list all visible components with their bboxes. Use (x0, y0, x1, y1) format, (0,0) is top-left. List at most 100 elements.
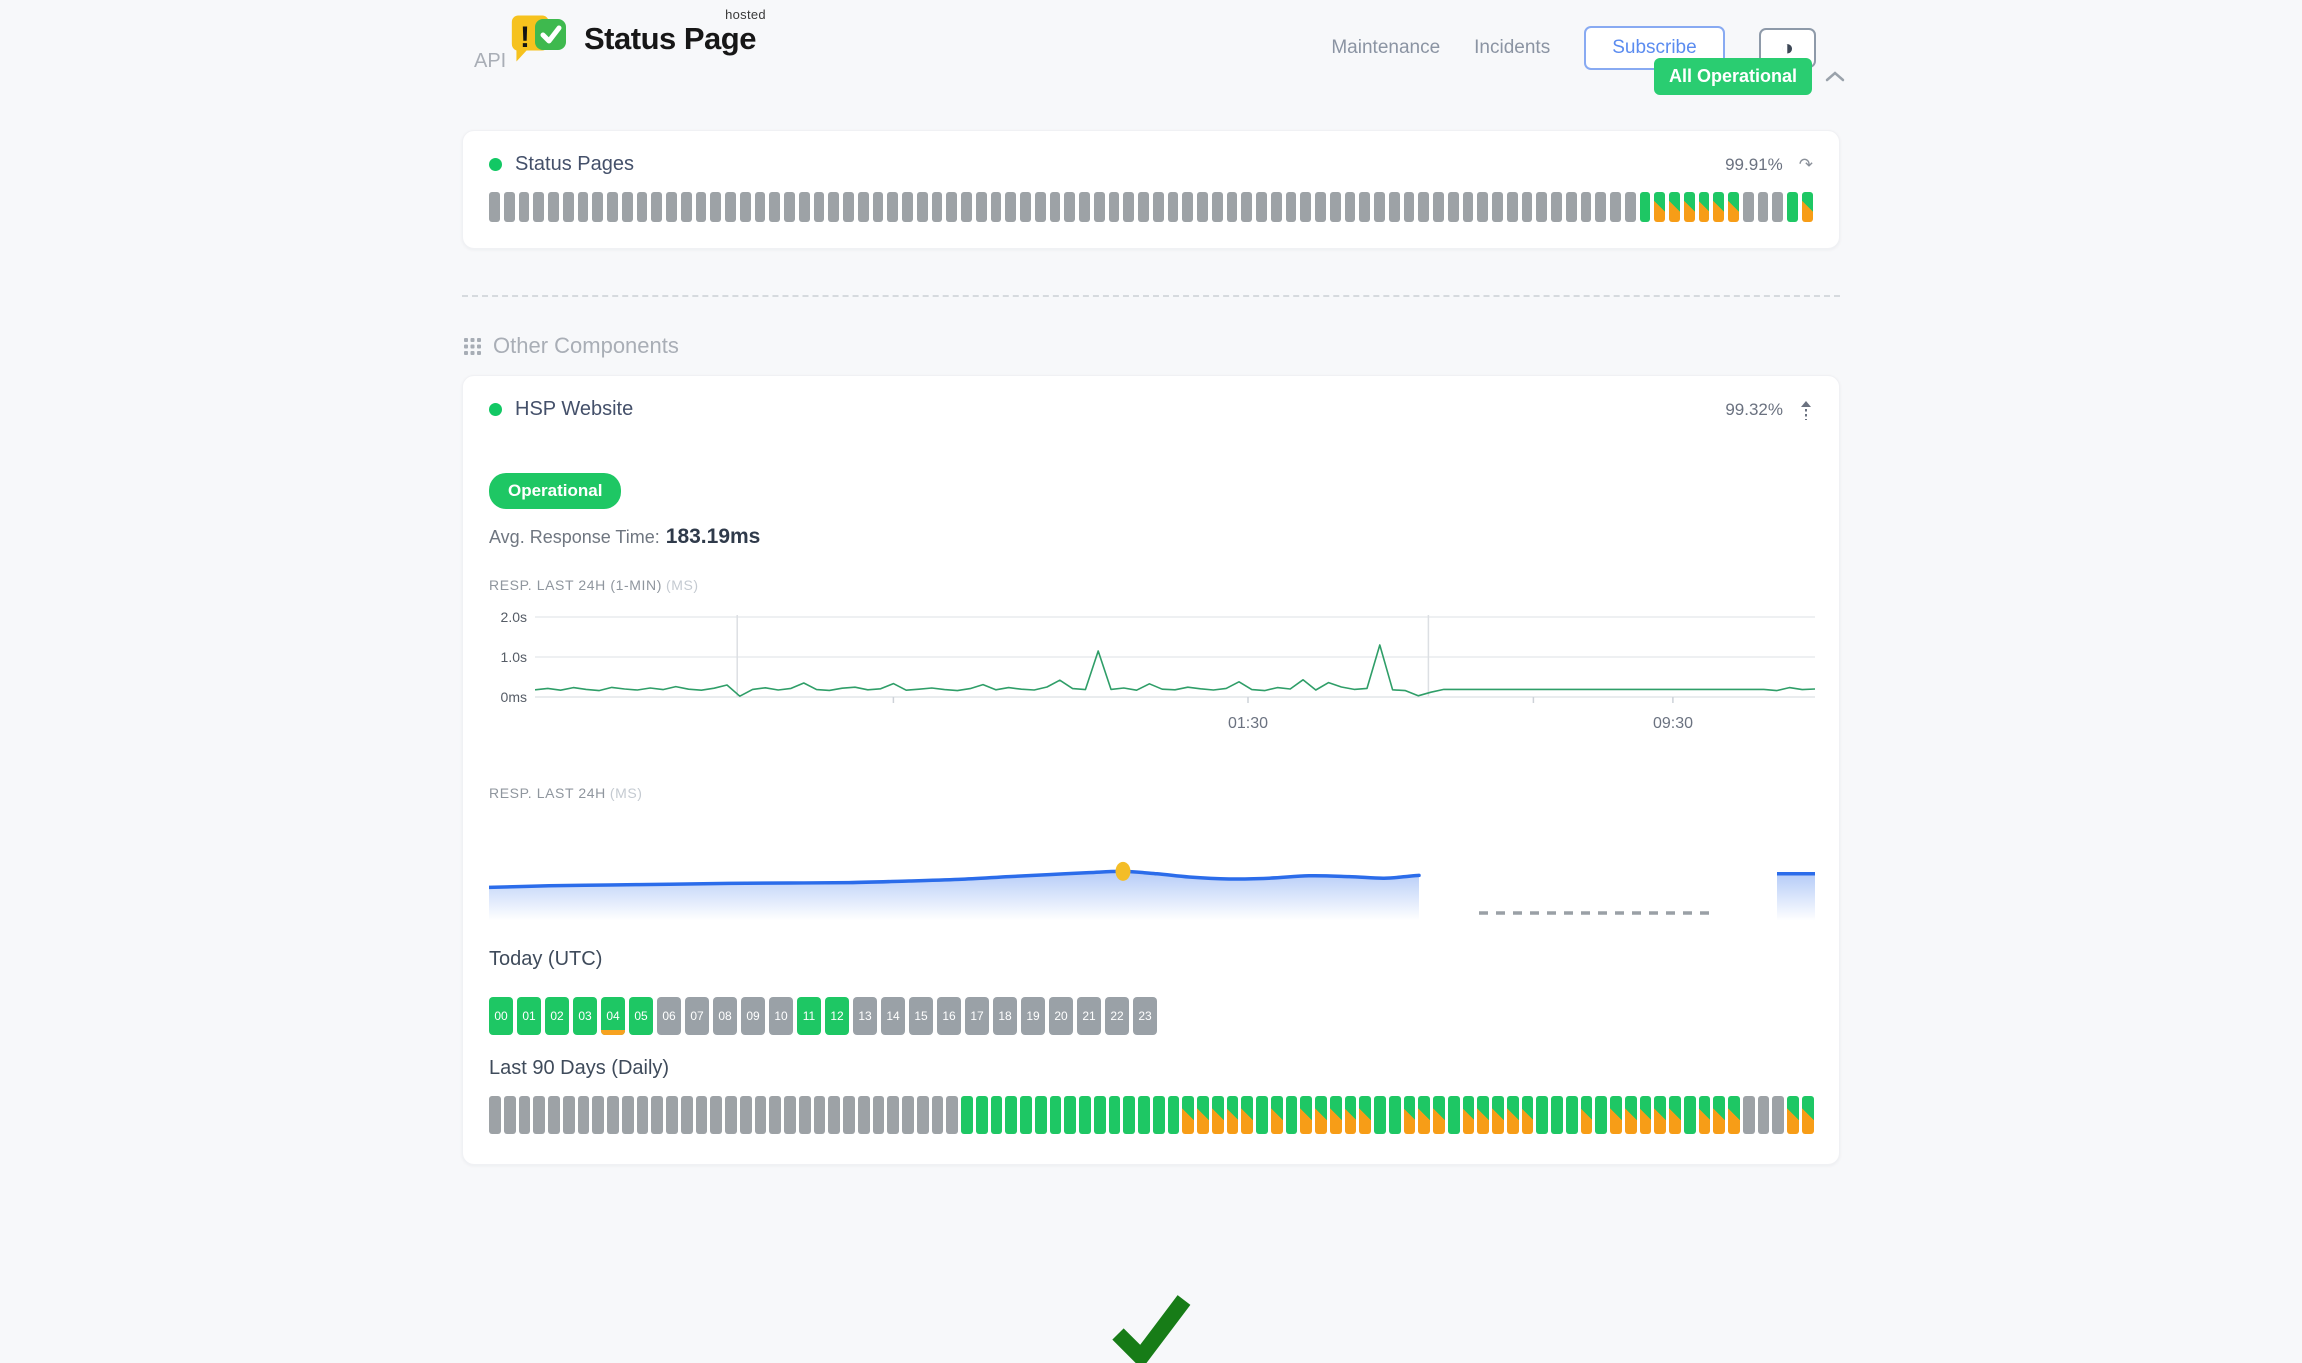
uptime-bar[interactable] (1020, 192, 1031, 222)
uptime-bar[interactable] (489, 192, 500, 222)
daily-bar[interactable] (932, 1096, 944, 1134)
daily-bar[interactable] (1551, 1096, 1563, 1134)
uptime-bar[interactable] (1094, 192, 1105, 222)
daily-bar[interactable] (1182, 1096, 1194, 1134)
uptime-bar[interactable] (858, 192, 869, 222)
daily-bar[interactable] (1359, 1096, 1371, 1134)
daily-bar[interactable] (1507, 1096, 1519, 1134)
uptime-bar[interactable] (1345, 192, 1356, 222)
hour-box[interactable]: 13 (853, 997, 877, 1035)
daily-bar[interactable] (1758, 1096, 1770, 1134)
uptime-bar[interactable] (504, 192, 515, 222)
hour-box[interactable]: 22 (1105, 997, 1129, 1035)
daily-bar[interactable] (1227, 1096, 1239, 1134)
uptime-bar[interactable] (1138, 192, 1149, 222)
daily-bar[interactable] (1728, 1096, 1740, 1134)
all-operational-badge[interactable]: All Operational (1654, 58, 1812, 95)
hour-box[interactable]: 01 (517, 997, 541, 1035)
uptime-bar[interactable] (828, 192, 839, 222)
daily-bar[interactable] (1330, 1096, 1342, 1134)
daily-bar[interactable] (1477, 1096, 1489, 1134)
uptime-bar[interactable] (1404, 192, 1415, 222)
collapse-arrow-icon[interactable] (1799, 399, 1813, 421)
daily-bar[interactable] (1389, 1096, 1401, 1134)
daily-bar[interactable] (873, 1096, 885, 1134)
hour-box[interactable]: 21 (1077, 997, 1101, 1035)
daily-bar[interactable] (1581, 1096, 1593, 1134)
daily-bar[interactable] (1153, 1096, 1165, 1134)
uptime-bar[interactable] (976, 192, 987, 222)
daily-bar[interactable] (622, 1096, 634, 1134)
uptime-bar[interactable] (1359, 192, 1370, 222)
uptime-bar[interactable] (843, 192, 854, 222)
uptime-bar[interactable] (519, 192, 530, 222)
daily-bar[interactable] (1463, 1096, 1475, 1134)
uptime-bar[interactable] (1772, 192, 1783, 222)
uptime-bar[interactable] (1625, 192, 1636, 222)
daily-bar[interactable] (548, 1096, 560, 1134)
daily-bar[interactable] (1640, 1096, 1652, 1134)
hour-box[interactable]: 19 (1021, 997, 1045, 1035)
daily-bar[interactable] (1492, 1096, 1504, 1134)
daily-bar[interactable] (1669, 1096, 1681, 1134)
uptime-bar[interactable] (1168, 192, 1179, 222)
hour-box[interactable]: 03 (573, 997, 597, 1035)
daily-bar[interactable] (1610, 1096, 1622, 1134)
daily-bar[interactable] (1345, 1096, 1357, 1134)
daily-bar[interactable] (1374, 1096, 1386, 1134)
uptime-bar[interactable] (991, 192, 1002, 222)
daily-bar[interactable] (887, 1096, 899, 1134)
line-chart-canvas[interactable] (535, 607, 1815, 707)
uptime-bar[interactable] (1640, 192, 1651, 222)
daily-bar[interactable] (578, 1096, 590, 1134)
uptime-bar[interactable] (592, 192, 603, 222)
uptime-bar[interactable] (1522, 192, 1533, 222)
daily-bar[interactable] (666, 1096, 678, 1134)
uptime-bar[interactable] (622, 192, 633, 222)
uptime-bar[interactable] (1315, 192, 1326, 222)
daily-bar[interactable] (1566, 1096, 1578, 1134)
uptime-bar[interactable] (1227, 192, 1238, 222)
daily-bar[interactable] (725, 1096, 737, 1134)
uptime-bar[interactable] (1758, 192, 1769, 222)
daily-bar[interactable] (1005, 1096, 1017, 1134)
hour-box[interactable]: 04 (601, 997, 625, 1035)
daily-bar[interactable] (1743, 1096, 1755, 1134)
daily-bar[interactable] (637, 1096, 649, 1134)
hour-box[interactable]: 15 (909, 997, 933, 1035)
uptime-bar[interactable] (873, 192, 884, 222)
daily-bar[interactable] (1050, 1096, 1062, 1134)
daily-bar[interactable] (799, 1096, 811, 1134)
uptime-bar[interactable] (1787, 192, 1798, 222)
uptime-bar[interactable] (666, 192, 677, 222)
daily-bar[interactable] (1787, 1096, 1799, 1134)
uptime-bar[interactable] (755, 192, 766, 222)
daily-bar[interactable] (1433, 1096, 1445, 1134)
uptime-bar[interactable] (946, 192, 957, 222)
uptime-bar[interactable] (902, 192, 913, 222)
daily-bar[interactable] (1197, 1096, 1209, 1134)
component-row-hsp-website[interactable]: HSP Website 99.32% (489, 398, 1813, 421)
hour-box[interactable]: 11 (797, 997, 821, 1035)
uptime-bar[interactable] (1536, 192, 1547, 222)
uptime-bar[interactable] (578, 192, 589, 222)
uptime-bar[interactable] (740, 192, 751, 222)
uptime-bar[interactable] (961, 192, 972, 222)
daily-bar[interactable] (607, 1096, 619, 1134)
uptime-bar[interactable] (1699, 192, 1710, 222)
hour-box[interactable]: 18 (993, 997, 1017, 1035)
component-row-status-pages[interactable]: Status Pages 99.91% ↷ (489, 153, 1813, 176)
hour-box[interactable]: 08 (713, 997, 737, 1035)
daily-bar[interactable] (1625, 1096, 1637, 1134)
uptime-bar[interactable] (1300, 192, 1311, 222)
uptime-bar[interactable] (681, 192, 692, 222)
nav-incidents[interactable]: Incidents (1474, 37, 1550, 59)
daily-bar[interactable] (1418, 1096, 1430, 1134)
uptime-bar[interactable] (607, 192, 618, 222)
uptime-bar[interactable] (1005, 192, 1016, 222)
refresh-icon[interactable]: ↷ (1799, 155, 1813, 175)
uptime-bar[interactable] (548, 192, 559, 222)
daily-bar[interactable] (1256, 1096, 1268, 1134)
daily-bar[interactable] (976, 1096, 988, 1134)
daily-bar[interactable] (504, 1096, 516, 1134)
